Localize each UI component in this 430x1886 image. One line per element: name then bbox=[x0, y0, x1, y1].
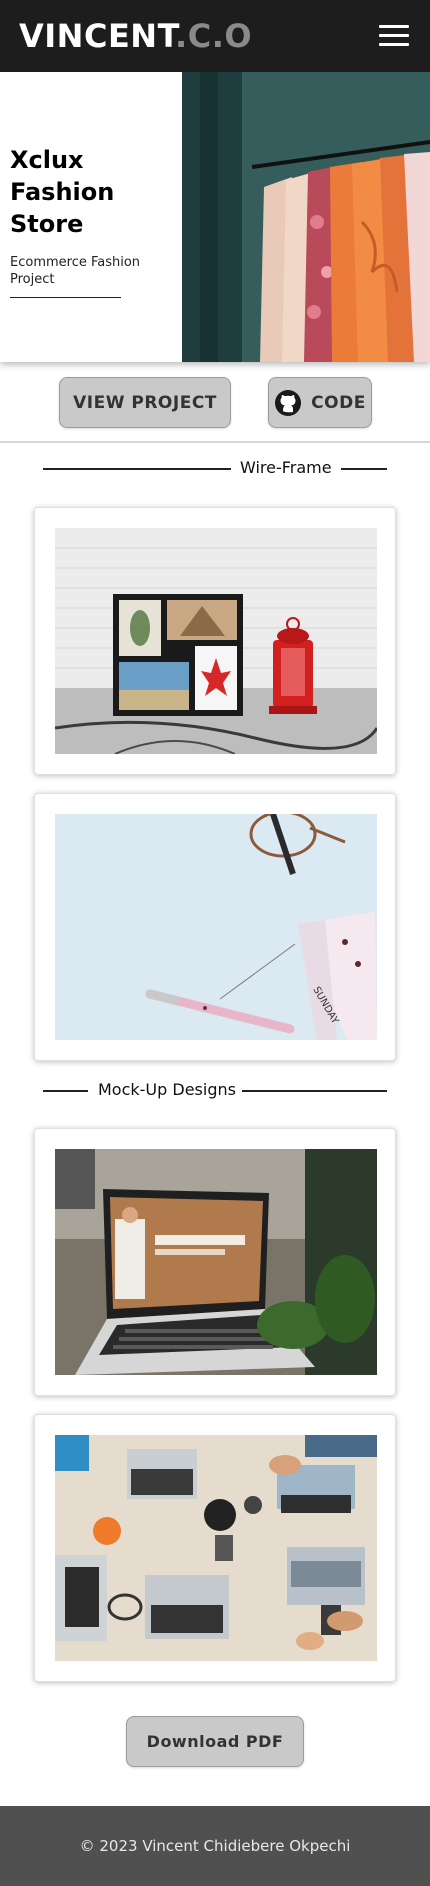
team-laptops-image bbox=[55, 1435, 377, 1661]
brand-main-text: VINCENT bbox=[19, 17, 176, 55]
brand-logo[interactable]: VINCENT.C.O bbox=[19, 16, 252, 56]
laptop-mockup-image bbox=[55, 1149, 377, 1375]
code-button[interactable]: CODE bbox=[268, 377, 372, 428]
project-title: Xclux Fashion Store bbox=[10, 146, 115, 238]
title-underline bbox=[10, 297, 121, 298]
mockup-card-2[interactable] bbox=[34, 1414, 396, 1682]
project-hero: Xclux Fashion Store Ecommerce Fashion Pr… bbox=[0, 72, 430, 362]
mockup-heading: Mock-Up Designs bbox=[0, 1076, 430, 1106]
top-navbar: VINCENT.C.O bbox=[0, 0, 430, 72]
glasses-pen-image: SUNDAY bbox=[55, 814, 377, 1040]
section-divider bbox=[0, 441, 430, 443]
view-project-button[interactable]: VIEW PROJECT bbox=[59, 377, 231, 428]
download-pdf-button[interactable]: Download PDF bbox=[126, 1716, 304, 1767]
project-subtitle: Ecommerce Fashion Project bbox=[10, 255, 141, 287]
github-icon bbox=[275, 389, 302, 416]
wireframe-card-1[interactable] bbox=[34, 507, 396, 775]
brand-suffix-text: .C.O bbox=[175, 17, 253, 55]
wireframe-card-2[interactable]: SUNDAY bbox=[34, 793, 396, 1061]
code-button-label: CODE bbox=[311, 392, 366, 413]
wireframe-heading: Wire-Frame bbox=[0, 454, 430, 484]
copyright-text: © 2023 Vincent Chidiebere Okpechi bbox=[79, 1837, 351, 1855]
hamburger-menu-icon[interactable] bbox=[379, 24, 409, 48]
wireframe-heading-text: Wire-Frame bbox=[240, 458, 332, 477]
clothing-rack-image bbox=[182, 72, 430, 362]
hero-text-block: Xclux Fashion Store Ecommerce Fashion Pr… bbox=[10, 144, 170, 298]
footer: © 2023 Vincent Chidiebere Okpechi bbox=[0, 1806, 430, 1886]
mockup-heading-text: Mock-Up Designs bbox=[98, 1080, 236, 1099]
photo-frames-image bbox=[55, 528, 377, 754]
mockup-card-1[interactable] bbox=[34, 1128, 396, 1396]
